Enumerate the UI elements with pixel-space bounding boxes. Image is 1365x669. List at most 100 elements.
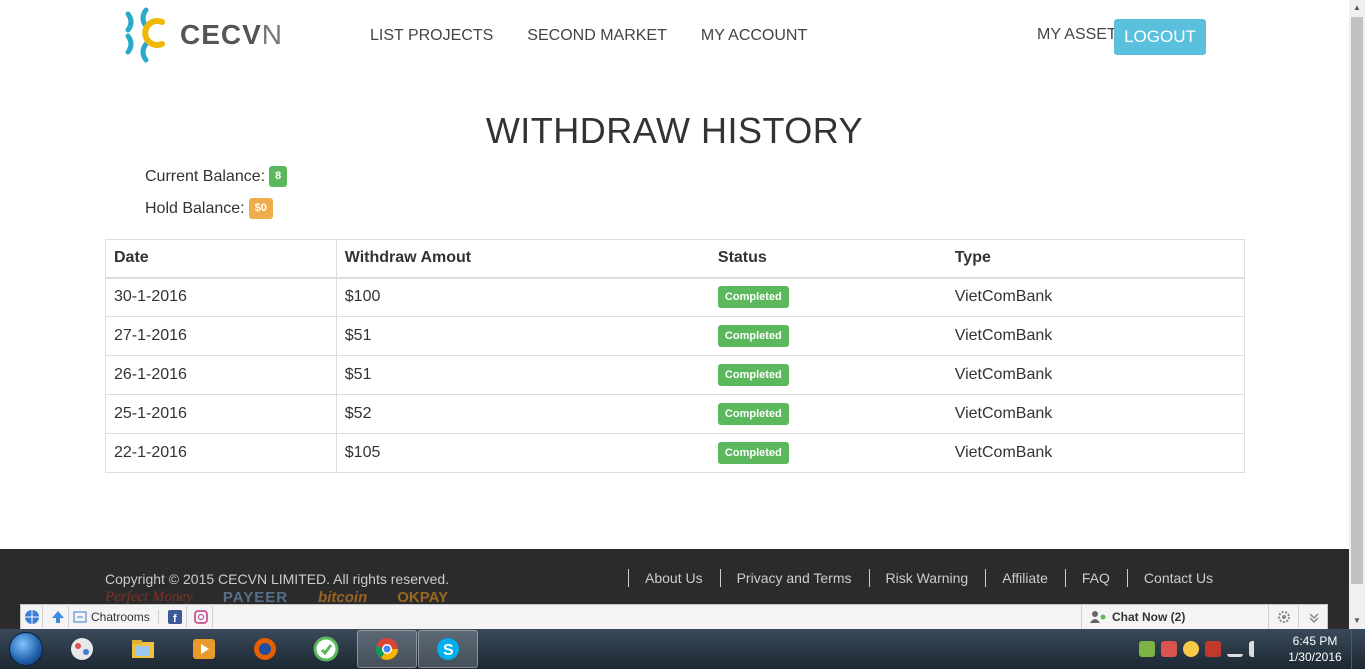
col-header-type: Type bbox=[946, 239, 1245, 279]
cell-type: VietComBank bbox=[946, 277, 1245, 317]
col-header-amount: Withdraw Amout bbox=[336, 239, 710, 279]
footer-links: About Us Privacy and Terms Risk Warning … bbox=[628, 569, 1230, 587]
scroll-down-arrow-icon[interactable]: ▼ bbox=[1349, 613, 1365, 629]
network-signal-icon[interactable] bbox=[1227, 641, 1243, 657]
taskbar-app-explorer[interactable] bbox=[113, 630, 173, 668]
cell-date: 30-1-2016 bbox=[105, 277, 337, 317]
cell-date: 26-1-2016 bbox=[105, 355, 337, 395]
show-desktop-button[interactable] bbox=[1351, 629, 1365, 669]
scroll-thumb[interactable] bbox=[1351, 17, 1363, 584]
page-title: WITHDRAW HISTORY bbox=[485, 110, 864, 151]
current-balance-label: Current Balance: bbox=[145, 167, 266, 185]
taskbar-app-chrome[interactable] bbox=[357, 630, 417, 668]
table-row: 27-1-2016 $51 Completed VietComBank bbox=[105, 316, 1245, 356]
nav-second-market[interactable]: SECOND MARKET bbox=[527, 27, 667, 45]
chrome-icon bbox=[375, 638, 398, 660]
chatrooms-icon bbox=[73, 611, 87, 623]
coccoc-icon bbox=[313, 636, 339, 662]
status-badge: Completed bbox=[717, 442, 789, 464]
taskbar-app-coccoc[interactable] bbox=[296, 630, 356, 668]
table-row: 25-1-2016 $52 Completed VietComBank bbox=[105, 394, 1245, 434]
nav-my-account[interactable]: MY ACCOUNT bbox=[701, 27, 807, 45]
cell-date: 27-1-2016 bbox=[105, 316, 337, 356]
copyright-text: Copyright © 2015 CECVN LIMITED. All righ… bbox=[105, 571, 450, 587]
svg-text:f: f bbox=[173, 613, 177, 624]
cell-status: Completed bbox=[709, 316, 947, 356]
paint-icon bbox=[71, 638, 93, 660]
hold-balance-badge: $0 bbox=[248, 198, 273, 220]
taskbar-clock[interactable]: 6:45 PM 1/30/2016 bbox=[1279, 633, 1351, 665]
instagram-icon[interactable] bbox=[191, 606, 213, 628]
nav-list-projects[interactable]: LIST PROJECTS bbox=[370, 27, 493, 45]
firefox-icon bbox=[254, 638, 276, 660]
footer-link-risk-warning[interactable]: Risk Warning bbox=[868, 569, 986, 587]
gear-icon[interactable] bbox=[1269, 606, 1299, 628]
taskbar-app-firefox[interactable] bbox=[235, 630, 295, 668]
windows-taskbar: S 6:45 PM 1/30/2016 bbox=[0, 629, 1365, 669]
cell-date: 22-1-2016 bbox=[105, 433, 337, 473]
cell-type: VietComBank bbox=[946, 394, 1245, 434]
scroll-up-arrow-icon[interactable]: ▲ bbox=[1349, 0, 1365, 16]
toolbar-right: Chat Now (2) bbox=[1081, 605, 1329, 629]
cell-date: 25-1-2016 bbox=[105, 394, 337, 434]
cell-status: Completed bbox=[709, 433, 947, 473]
skype-icon: S bbox=[437, 638, 459, 660]
logo-text-thin: N bbox=[261, 19, 284, 50]
table-row: 30-1-2016 $100 Completed VietComBank bbox=[105, 277, 1245, 317]
collapse-icon[interactable] bbox=[1299, 606, 1329, 628]
site-header: CECVN LIST PROJECTS SECOND MARKET MY ACC… bbox=[0, 0, 1349, 75]
cell-amount: $52 bbox=[336, 394, 710, 434]
my-asset-link[interactable]: MY ASSET bbox=[1037, 26, 1117, 44]
cell-amount: $51 bbox=[336, 316, 710, 356]
tray-icons bbox=[1139, 641, 1265, 657]
facebook-icon[interactable]: f bbox=[165, 606, 187, 628]
footer-link-faq[interactable]: FAQ bbox=[1064, 569, 1127, 587]
tray-emoji-icon[interactable] bbox=[1183, 641, 1199, 657]
table-header-row: Date Withdraw Amout Status Type bbox=[105, 239, 1245, 279]
cecvn-logo[interactable]: CECVN bbox=[116, 2, 296, 68]
footer-link-affiliate[interactable]: Affiliate bbox=[985, 569, 1065, 587]
start-button[interactable] bbox=[0, 629, 52, 669]
tray-antivirus-icon[interactable] bbox=[1161, 641, 1177, 657]
hold-balance-row: Hold Balance: $0 bbox=[145, 198, 273, 220]
chatrooms-button[interactable]: Chatrooms bbox=[73, 610, 159, 624]
footer-link-about-us[interactable]: About Us bbox=[628, 569, 720, 587]
current-balance-row: Current Balance: 8 bbox=[145, 166, 288, 188]
footer-link-privacy-terms[interactable]: Privacy and Terms bbox=[719, 569, 869, 587]
status-badge: Completed bbox=[717, 286, 789, 309]
footer-link-contact-us[interactable]: Contact Us bbox=[1126, 569, 1230, 587]
chatrooms-label: Chatrooms bbox=[91, 610, 150, 624]
volume-icon[interactable] bbox=[1249, 641, 1265, 657]
globe-icon[interactable] bbox=[21, 606, 43, 628]
cell-type: VietComBank bbox=[946, 433, 1245, 473]
users-online-icon bbox=[1090, 611, 1106, 623]
taskbar-app-skype[interactable]: S bbox=[418, 630, 478, 668]
logo-text-bold: CECV bbox=[180, 19, 262, 50]
tray-app-icon[interactable] bbox=[1139, 641, 1155, 657]
clock-date: 1/30/2016 bbox=[1288, 650, 1342, 664]
cell-amount: $105 bbox=[336, 433, 710, 473]
chat-now-label: Chat Now (2) bbox=[1112, 610, 1186, 624]
hold-balance-label: Hold Balance: bbox=[145, 199, 245, 217]
upload-arrow-icon[interactable] bbox=[47, 606, 69, 628]
status-badge: Completed bbox=[717, 325, 789, 347]
chat-now-button[interactable]: Chat Now (2) bbox=[1081, 605, 1269, 629]
windows-start-icon bbox=[9, 632, 43, 666]
taskbar-app-paint[interactable] bbox=[52, 630, 112, 668]
cell-status: Completed bbox=[709, 394, 947, 434]
folder-icon bbox=[132, 640, 154, 658]
page-scrollbar[interactable]: ▲ ▼ bbox=[1349, 0, 1365, 629]
col-header-status: Status bbox=[709, 239, 947, 279]
logout-button[interactable]: LOGOUT bbox=[1114, 19, 1206, 55]
col-header-date: Date bbox=[105, 239, 337, 279]
table-row: 26-1-2016 $51 Completed VietComBank bbox=[105, 355, 1245, 395]
cell-status: Completed bbox=[709, 355, 947, 395]
tray-v-icon[interactable] bbox=[1205, 641, 1221, 657]
cell-amount: $100 bbox=[336, 277, 710, 317]
taskbar-app-media-player[interactable] bbox=[174, 630, 234, 668]
media-player-icon bbox=[193, 639, 215, 659]
cell-type: VietComBank bbox=[946, 355, 1245, 395]
main-nav: LIST PROJECTS SECOND MARKET MY ACCOUNT bbox=[370, 27, 807, 45]
cell-status: Completed bbox=[709, 277, 947, 317]
chat-toolbar: Chatrooms f Chat Now (2) bbox=[20, 604, 1328, 630]
